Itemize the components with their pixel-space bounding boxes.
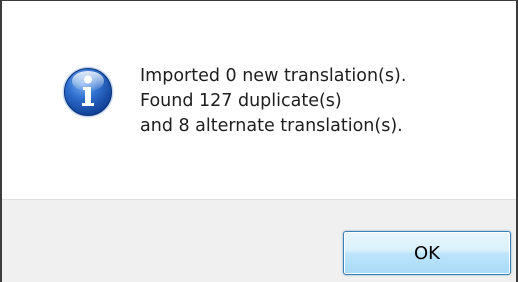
message-line-3: and 8 alternate translation(s). (140, 116, 403, 136)
message-line-1: Imported 0 new translation(s). (140, 66, 407, 86)
message-dialog: Imported 0 new translation(s). Found 127… (0, 0, 518, 282)
ok-button[interactable]: OK (343, 231, 511, 275)
message-line-2: Found 127 duplicate(s) (140, 91, 342, 111)
information-icon (61, 65, 115, 119)
dialog-message: Imported 0 new translation(s). Found 127… (140, 64, 500, 139)
dialog-footer: OK (2, 199, 516, 282)
dialog-content: Imported 0 new translation(s). Found 127… (2, 1, 516, 199)
